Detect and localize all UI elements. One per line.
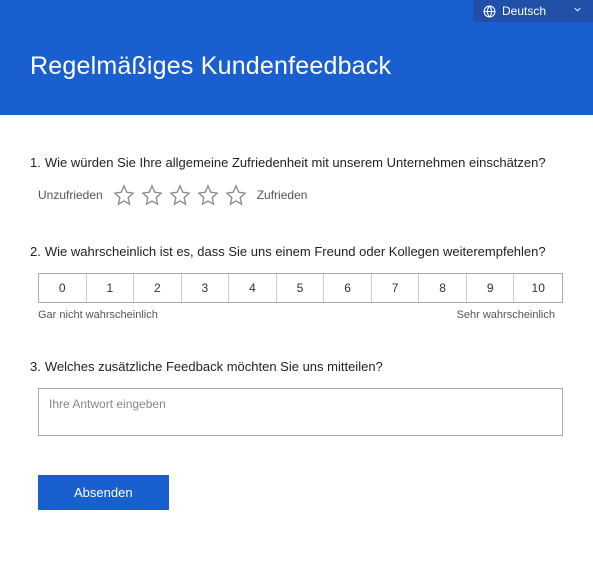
nps-option[interactable]: 10: [514, 274, 562, 302]
nps-option[interactable]: 7: [372, 274, 420, 302]
globe-icon: [483, 5, 496, 18]
nps-option[interactable]: 1: [87, 274, 135, 302]
star-icon[interactable]: [225, 184, 247, 206]
star-icon[interactable]: [169, 184, 191, 206]
question-3: 3. Welches zusätzliche Feedback möchten …: [30, 359, 563, 439]
page-title: Regelmäßiges Kundenfeedback: [30, 52, 391, 81]
star-icon[interactable]: [141, 184, 163, 206]
language-label: Deutsch: [502, 4, 546, 18]
language-selector[interactable]: Deutsch: [473, 0, 593, 22]
question-text: Wie würden Sie Ihre allgemeine Zufrieden…: [45, 155, 563, 170]
rating-high-label: Zufrieden: [257, 188, 308, 202]
star-icon[interactable]: [113, 184, 135, 206]
question-text: Wie wahrscheinlich ist es, dass Sie uns …: [45, 244, 563, 259]
nps-option[interactable]: 0: [39, 274, 87, 302]
question-number: 3.: [30, 359, 41, 374]
nps-option[interactable]: 5: [277, 274, 325, 302]
nps-option[interactable]: 8: [419, 274, 467, 302]
nps-option[interactable]: 2: [134, 274, 182, 302]
nps-option[interactable]: 9: [467, 274, 515, 302]
chevron-down-icon: [572, 4, 583, 18]
nps-low-label: Gar nicht wahrscheinlich: [38, 309, 158, 321]
nps-high-label: Sehr wahrscheinlich: [457, 309, 555, 321]
feedback-textarea[interactable]: [38, 388, 563, 436]
question-number: 1.: [30, 155, 41, 170]
nps-option[interactable]: 6: [324, 274, 372, 302]
question-2: 2. Wie wahrscheinlich ist es, dass Sie u…: [30, 244, 563, 321]
nps-option[interactable]: 4: [229, 274, 277, 302]
star-rating: [113, 184, 247, 206]
nps-scale: 0 1 2 3 4 5 6 7 8 9 10: [38, 273, 563, 303]
nps-option[interactable]: 3: [182, 274, 230, 302]
question-1: 1. Wie würden Sie Ihre allgemeine Zufrie…: [30, 155, 563, 206]
star-icon[interactable]: [197, 184, 219, 206]
submit-button[interactable]: Absenden: [38, 475, 169, 510]
question-number: 2.: [30, 244, 41, 259]
survey-body: 1. Wie würden Sie Ihre allgemeine Zufrie…: [0, 115, 593, 530]
rating-low-label: Unzufrieden: [38, 188, 103, 202]
survey-header: Deutsch Regelmäßiges Kundenfeedback: [0, 0, 593, 115]
question-text: Welches zusätzliche Feedback möchten Sie…: [45, 359, 563, 374]
